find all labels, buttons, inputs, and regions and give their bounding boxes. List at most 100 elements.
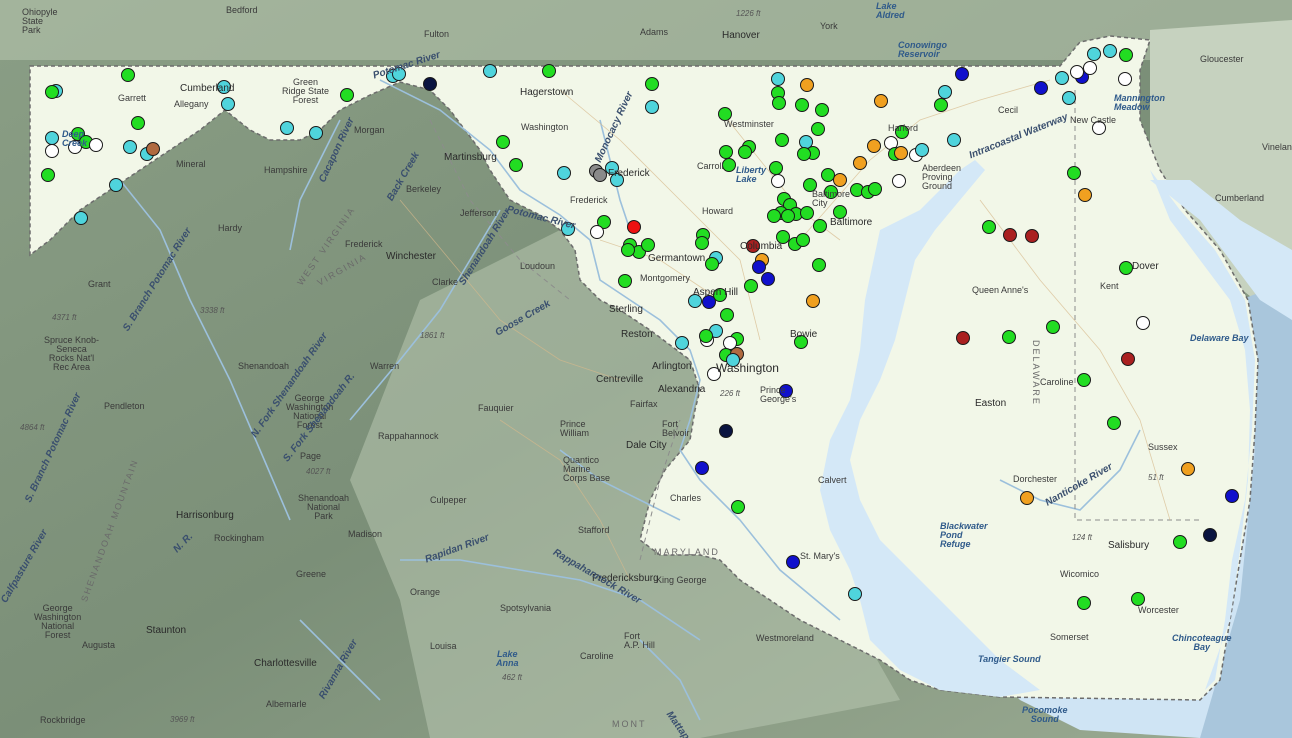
gauge-marker-cyan[interactable] xyxy=(645,100,659,114)
gauge-marker-green[interactable] xyxy=(767,209,781,223)
gauge-marker-green[interactable] xyxy=(41,168,55,182)
gauge-marker-orange[interactable] xyxy=(894,146,908,160)
gauge-marker-orange[interactable] xyxy=(806,294,820,308)
gauge-marker-green[interactable] xyxy=(731,500,745,514)
gauge-marker-green[interactable] xyxy=(772,96,786,110)
gauge-marker-darkred[interactable] xyxy=(1025,229,1039,243)
gauge-marker-brown[interactable] xyxy=(146,142,160,156)
gauge-marker-blue[interactable] xyxy=(761,272,775,286)
gauge-marker-white[interactable] xyxy=(1070,65,1084,79)
gauge-marker-blue[interactable] xyxy=(1225,489,1239,503)
gauge-marker-cyan[interactable] xyxy=(726,353,740,367)
gauge-marker-cyan[interactable] xyxy=(848,587,862,601)
gauge-marker-white[interactable] xyxy=(1083,61,1097,75)
gauge-marker-darkred[interactable] xyxy=(1121,352,1135,366)
gauge-marker-green[interactable] xyxy=(542,64,556,78)
gauge-marker-cyan[interactable] xyxy=(947,133,961,147)
gauge-marker-green[interactable] xyxy=(1077,373,1091,387)
gauge-marker-white[interactable] xyxy=(707,367,721,381)
gauge-marker-cyan[interactable] xyxy=(217,80,231,94)
gauge-marker-green[interactable] xyxy=(982,220,996,234)
gauge-marker-green[interactable] xyxy=(821,168,835,182)
gauge-marker-navy[interactable] xyxy=(719,424,733,438)
gauge-marker-green[interactable] xyxy=(769,161,783,175)
gauge-marker-white[interactable] xyxy=(771,174,785,188)
gauge-marker-green[interactable] xyxy=(824,185,838,199)
gauge-marker-green[interactable] xyxy=(815,103,829,117)
gauge-marker-blue[interactable] xyxy=(786,555,800,569)
gauge-marker-cyan[interactable] xyxy=(610,173,624,187)
gauge-marker-orange[interactable] xyxy=(1181,462,1195,476)
gauge-marker-blue[interactable] xyxy=(702,295,716,309)
gauge-marker-blue[interactable] xyxy=(695,461,709,475)
gauge-marker-green[interactable] xyxy=(645,77,659,91)
gauge-marker-green[interactable] xyxy=(934,98,948,112)
gauge-marker-cyan[interactable] xyxy=(74,211,88,225)
gauge-marker-blue[interactable] xyxy=(779,384,793,398)
gauge-marker-green[interactable] xyxy=(641,238,655,252)
gauge-marker-green[interactable] xyxy=(895,125,909,139)
gauge-marker-green[interactable] xyxy=(621,243,635,257)
gauge-marker-green[interactable] xyxy=(1119,261,1133,275)
gauge-marker-green[interactable] xyxy=(797,147,811,161)
gauge-marker-green[interactable] xyxy=(1107,416,1121,430)
gauge-marker-cyan[interactable] xyxy=(605,161,619,175)
gauge-marker-orange[interactable] xyxy=(853,156,867,170)
gauge-marker-cyan[interactable] xyxy=(561,222,575,236)
gauge-marker-orange[interactable] xyxy=(1078,188,1092,202)
gauge-marker-cyan[interactable] xyxy=(123,140,137,154)
gauge-marker-navy[interactable] xyxy=(1203,528,1217,542)
gauge-marker-green[interactable] xyxy=(1002,330,1016,344)
gauge-marker-white[interactable] xyxy=(590,225,604,239)
gauge-marker-green[interactable] xyxy=(1119,48,1133,62)
gauge-marker-cyan[interactable] xyxy=(221,97,235,111)
gauge-marker-cyan[interactable] xyxy=(1103,44,1117,58)
gauge-marker-green[interactable] xyxy=(699,329,713,343)
gauge-marker-orange[interactable] xyxy=(867,139,881,153)
gauge-marker-green[interactable] xyxy=(833,205,847,219)
gauge-marker-cyan[interactable] xyxy=(109,178,123,192)
gauge-marker-green[interactable] xyxy=(718,107,732,121)
gauge-marker-green[interactable] xyxy=(1046,320,1060,334)
gauge-marker-green[interactable] xyxy=(803,178,817,192)
gauge-marker-green[interactable] xyxy=(1077,596,1091,610)
gauge-marker-navy[interactable] xyxy=(423,77,437,91)
gauge-marker-white[interactable] xyxy=(89,138,103,152)
gauge-marker-green[interactable] xyxy=(695,236,709,250)
gauge-marker-cyan[interactable] xyxy=(392,67,406,81)
gauge-marker-green[interactable] xyxy=(131,116,145,130)
gauge-marker-orange[interactable] xyxy=(833,173,847,187)
gauge-marker-green[interactable] xyxy=(719,145,733,159)
gauge-marker-green[interactable] xyxy=(738,145,752,159)
gauge-marker-green[interactable] xyxy=(800,206,814,220)
gauge-marker-darkred[interactable] xyxy=(746,239,760,253)
gauge-marker-white[interactable] xyxy=(45,144,59,158)
gauge-marker-blue[interactable] xyxy=(1034,81,1048,95)
gauge-marker-cyan[interactable] xyxy=(557,166,571,180)
gauge-marker-green[interactable] xyxy=(509,158,523,172)
gauge-marker-green[interactable] xyxy=(705,257,719,271)
gauge-marker-green[interactable] xyxy=(794,335,808,349)
gauge-marker-white[interactable] xyxy=(1092,121,1106,135)
gauge-marker-green[interactable] xyxy=(776,230,790,244)
gauge-marker-cyan[interactable] xyxy=(45,131,59,145)
gauge-marker-green[interactable] xyxy=(121,68,135,82)
gauge-marker-red[interactable] xyxy=(627,220,641,234)
map-view[interactable]: Lake Aldred Conowingo Reservoir Hanover … xyxy=(0,0,1292,738)
gauge-marker-orange[interactable] xyxy=(800,78,814,92)
gauge-marker-cyan[interactable] xyxy=(938,85,952,99)
gauge-marker-cyan[interactable] xyxy=(675,336,689,350)
gauge-marker-cyan[interactable] xyxy=(309,126,323,140)
gauge-marker-green[interactable] xyxy=(1067,166,1081,180)
gauge-marker-green[interactable] xyxy=(720,308,734,322)
gauge-marker-green[interactable] xyxy=(812,258,826,272)
gauge-marker-darkred[interactable] xyxy=(956,331,970,345)
gauge-marker-green[interactable] xyxy=(1173,535,1187,549)
gauge-marker-cyan[interactable] xyxy=(915,143,929,157)
gauge-marker-cyan[interactable] xyxy=(771,72,785,86)
gauge-marker-cyan[interactable] xyxy=(483,64,497,78)
gauge-marker-green[interactable] xyxy=(744,279,758,293)
gauge-marker-green[interactable] xyxy=(781,209,795,223)
gauge-marker-green[interactable] xyxy=(722,158,736,172)
gauge-marker-green[interactable] xyxy=(618,274,632,288)
